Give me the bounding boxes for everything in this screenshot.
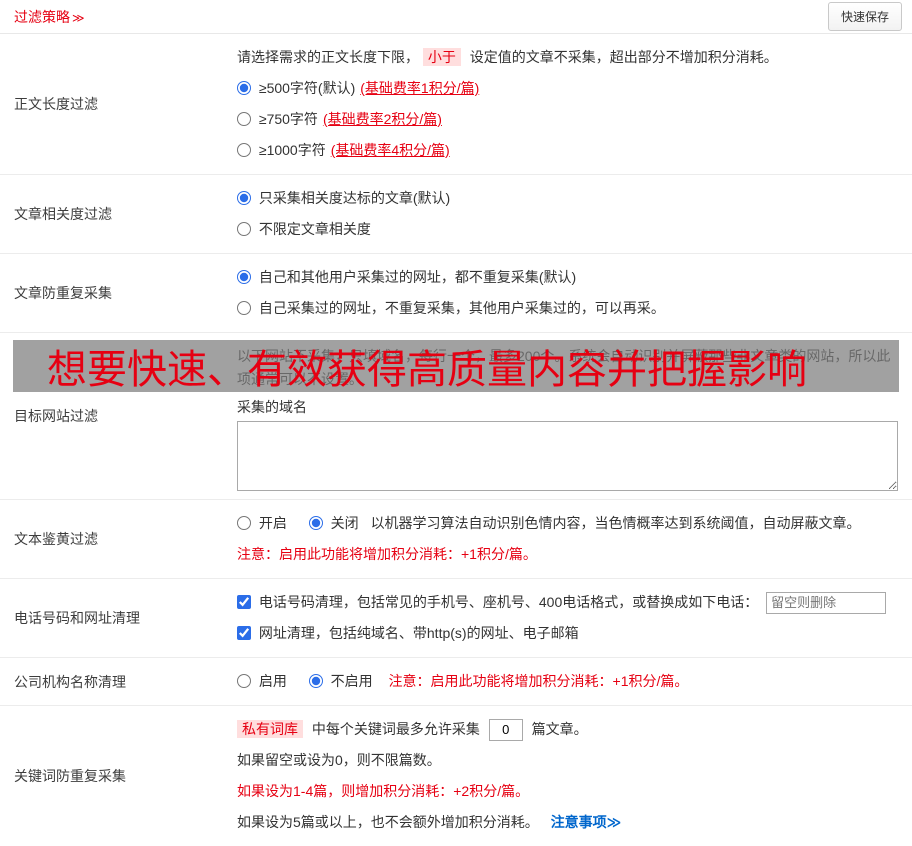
chevron-double-down-icon: ≫ [72, 10, 85, 25]
option-dedup-own[interactable]: 自己采集过的网址，不重复采集，其他用户采集过的，可以再采。 [237, 300, 665, 316]
option-label: ≥1000字符 [258, 142, 326, 158]
row-content: 请选择需求的正文长度下限， 小于 设定值的文章不采集，超出部分不增加积分消耗。 … [209, 34, 912, 174]
option-company-off[interactable]: 不启用 [308, 673, 377, 689]
porn-filter-desc: 以机器学习算法自动识别色情内容，当色情概率达到系统阈值，自动屏蔽文章。 [370, 515, 861, 531]
option-fee: (基础费率2积分/篇) [322, 111, 442, 127]
option-label: 网址清理，包括纯域名、带http(s)的网址、电子邮箱 [258, 625, 579, 641]
option-label: 自己和其他用户采集过的网址，都不重复采集(默认) [258, 269, 577, 285]
excluded-domains-textarea[interactable] [237, 421, 898, 491]
row-content: 只采集相关度达标的文章(默认) 不限定文章相关度 [209, 175, 912, 253]
notes-link[interactable]: 注意事项≫ [551, 814, 622, 830]
option-fee: (基础费率4积分/篇) [330, 142, 450, 158]
intro-highlight: 小于 [422, 48, 461, 66]
option-label: 开启 [258, 515, 287, 531]
option-label: 电话号码清理，包括常见的手机号、座机号、400电话格式，或替换成如下电话： [258, 594, 759, 610]
checkbox-url-cleanup[interactable] [237, 626, 251, 640]
option-label: 自己采集过的网址，不重复采集，其他用户采集过的，可以再采。 [258, 300, 665, 316]
option-label: 只采集相关度达标的文章(默认) [258, 190, 451, 206]
radio-length-1000[interactable] [237, 143, 251, 157]
row-label: 正文长度过滤 [14, 96, 98, 112]
quick-save-button[interactable]: 快速保存 [827, 2, 902, 31]
option-company-on[interactable]: 启用 [237, 673, 291, 689]
row-content: 开启 关闭 以机器学习算法自动识别色情内容，当色情概率达到系统阈值，自动屏蔽文章… [209, 500, 912, 578]
row-label: 关键词防重复采集 [14, 768, 126, 784]
row-label: 公司机构名称清理 [14, 673, 126, 690]
row-phone-url-cleanup: 电话号码和网址清理 电话号码清理，包括常见的手机号、座机号、400电话格式，或替… [0, 579, 912, 658]
option-porn-off[interactable]: 关闭 [308, 515, 363, 531]
row-keyword-no-repeat: 关键词防重复采集 私有词库 中每个关键词最多允许采集 篇文章。 如果留空或设为0… [0, 706, 912, 846]
row-label: 电话号码和网址清理 [14, 610, 140, 626]
row-no-repeat-collect: 文章防重复采集 自己和其他用户采集过的网址，都不重复采集(默认) 自己采集过的网… [0, 254, 912, 333]
keyword-note-five: 如果设为5篇或以上，也不会额外增加积分消耗。 [237, 814, 539, 830]
keyword-note-zero: 如果留空或设为0，则不限篇数。 [237, 752, 441, 768]
intro-pre: 请选择需求的正文长度下限， [237, 49, 419, 65]
option-porn-on[interactable]: 开启 [237, 515, 291, 531]
option-length-1000[interactable]: ≥1000字符 (基础费率4积分/篇) [237, 142, 450, 158]
option-label: 不限定文章相关度 [258, 221, 371, 237]
radio-dedup-global[interactable] [237, 270, 251, 284]
porn-filter-note: 注意：启用此功能将增加积分消耗：+1积分/篇。 [237, 546, 537, 562]
row-company-name-cleanup: 公司机构名称清理 启用 不启用 注意：启用此功能将增加积分消耗：+1积分/篇。 [0, 658, 912, 706]
radio-relevance-any[interactable] [237, 222, 251, 236]
row-content: 电话号码清理，包括常见的手机号、座机号、400电话格式，或替换成如下电话： 网址… [209, 579, 912, 657]
radio-length-500[interactable] [237, 81, 251, 95]
option-relevance-any[interactable]: 不限定文章相关度 [237, 221, 371, 237]
row-label: 文本鉴黄过滤 [14, 531, 98, 547]
promo-overlay-banner: 想要快速、有效获得高质量内容并把握影响 [13, 340, 899, 392]
radio-company-off[interactable] [308, 674, 323, 688]
target-sites-obscured-text: 采集的域名 [237, 399, 307, 415]
keyword-mid-text: 中每个关键词最多允许采集 [311, 721, 480, 737]
option-dedup-global[interactable]: 自己和其他用户采集过的网址，都不重复采集(默认) [237, 269, 576, 285]
radio-company-on[interactable] [237, 674, 251, 688]
keyword-note-cost: 如果设为1-4篇，则增加积分消耗：+2积分/篇。 [237, 783, 530, 799]
radio-porn-off[interactable] [308, 516, 323, 530]
row-label: 文章防重复采集 [14, 285, 112, 301]
radio-porn-on[interactable] [237, 516, 251, 530]
radio-length-750[interactable] [237, 112, 251, 126]
row-relevance-filter: 文章相关度过滤 只采集相关度达标的文章(默认) 不限定文章相关度 [0, 175, 912, 254]
row-content: 启用 不启用 注意：启用此功能将增加积分消耗：+1积分/篇。 [209, 658, 912, 705]
option-url-cleanup[interactable]: 网址清理，包括纯域名、带http(s)的网址、电子邮箱 [237, 625, 579, 641]
radio-relevance-strict[interactable] [237, 191, 251, 205]
keyword-end-text: 篇文章。 [531, 721, 588, 737]
page-title-text: 过滤策略 [14, 8, 70, 25]
keyword-highlight: 私有词库 [237, 720, 303, 738]
option-label: ≥750字符 [258, 111, 318, 127]
option-label: ≥500字符(默认) [258, 80, 356, 96]
keyword-count-input[interactable] [488, 718, 523, 741]
row-porn-filter: 文本鉴黄过滤 开启 关闭 以机器学习算法自动识别色情内容，当色情概率达到系统阈值… [0, 500, 912, 579]
replacement-phone-input[interactable] [766, 591, 887, 614]
company-cleanup-note: 注意：启用此功能将增加积分消耗：+1积分/篇。 [388, 673, 689, 689]
option-relevance-strict[interactable]: 只采集相关度达标的文章(默认) [237, 190, 450, 206]
row-content: 自己和其他用户采集过的网址，都不重复采集(默认) 自己采集过的网址，不重复采集，… [209, 254, 912, 332]
option-phone-cleanup[interactable]: 电话号码清理，包括常见的手机号、座机号、400电话格式，或替换成如下电话： [237, 594, 762, 610]
row-content: 私有词库 中每个关键词最多允许采集 篇文章。 如果留空或设为0，则不限篇数。 如… [209, 706, 912, 846]
intro-post: 设定值的文章不采集，超出部分不增加积分消耗。 [469, 49, 778, 65]
option-length-500[interactable]: ≥500字符(默认) (基础费率1积分/篇) [237, 80, 479, 96]
option-fee: (基础费率1积分/篇) [360, 80, 480, 96]
option-label: 不启用 [330, 673, 373, 689]
checkbox-phone-cleanup[interactable] [237, 595, 251, 609]
top-bar: 过滤策略 ≫ 快速保存 [0, 0, 912, 34]
option-length-750[interactable]: ≥750字符 (基础费率2积分/篇) [237, 111, 442, 127]
radio-dedup-own[interactable] [237, 301, 251, 315]
page-title: 过滤策略 ≫ [14, 7, 85, 27]
option-label: 启用 [258, 673, 287, 689]
promo-overlay-text: 想要快速、有效获得高质量内容并把握影响 [47, 348, 807, 392]
row-body-length-filter: 正文长度过滤 请选择需求的正文长度下限， 小于 设定值的文章不采集，超出部分不增… [0, 34, 912, 175]
body-length-intro: 请选择需求的正文长度下限， 小于 设定值的文章不采集，超出部分不增加积分消耗。 [237, 46, 898, 69]
option-label: 关闭 [330, 515, 359, 531]
row-label: 文章相关度过滤 [14, 206, 112, 222]
